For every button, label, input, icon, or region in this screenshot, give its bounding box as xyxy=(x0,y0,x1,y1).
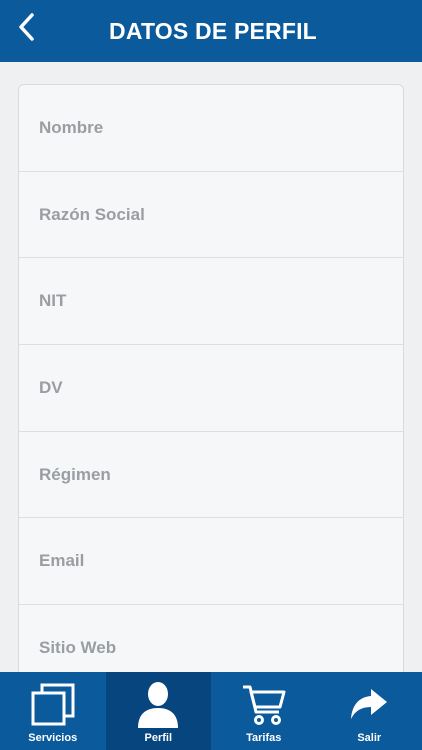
regime-field[interactable]: Régimen xyxy=(19,432,403,519)
name-field[interactable]: Nombre xyxy=(19,85,403,172)
business-name-placeholder: Razón Social xyxy=(39,204,145,224)
tab-salir-label: Salir xyxy=(357,732,382,744)
bottom-tab-bar: Servicios Perfil Tarifas Salir xyxy=(0,672,422,750)
page-title: DATOS DE PERFIL xyxy=(109,17,317,44)
share-arrow-icon xyxy=(351,689,388,719)
header-bar: DATOS DE PERFIL xyxy=(0,0,422,62)
tab-tarifas[interactable]: Tarifas xyxy=(211,672,317,750)
copy-icon xyxy=(31,683,75,726)
regime-placeholder: Régimen xyxy=(39,464,111,484)
profile-form: Nombre Razón Social NIT DV Régimen Email… xyxy=(18,84,404,684)
dv-field[interactable]: DV xyxy=(19,345,403,432)
back-button[interactable] xyxy=(10,9,42,45)
tab-perfil-label: Perfil xyxy=(144,732,172,744)
email-placeholder: Email xyxy=(39,551,85,571)
name-placeholder: Nombre xyxy=(39,117,104,137)
tab-tarifas-label: Tarifas xyxy=(246,732,282,744)
user-icon xyxy=(138,682,179,728)
nit-field[interactable]: NIT xyxy=(19,258,403,346)
tab-perfil[interactable]: Perfil xyxy=(105,672,211,750)
website-placeholder: Sitio Web xyxy=(39,637,117,657)
email-field[interactable]: Email xyxy=(19,518,403,606)
business-name-field[interactable]: Razón Social xyxy=(19,172,403,259)
tab-servicios[interactable]: Servicios xyxy=(0,672,106,750)
cart-icon xyxy=(242,685,286,725)
tab-servicios-label: Servicios xyxy=(28,732,78,744)
dv-placeholder: DV xyxy=(39,377,63,397)
tab-salir[interactable]: Salir xyxy=(317,672,422,750)
chevron-left-icon xyxy=(19,13,34,41)
nit-placeholder: NIT xyxy=(39,291,67,311)
